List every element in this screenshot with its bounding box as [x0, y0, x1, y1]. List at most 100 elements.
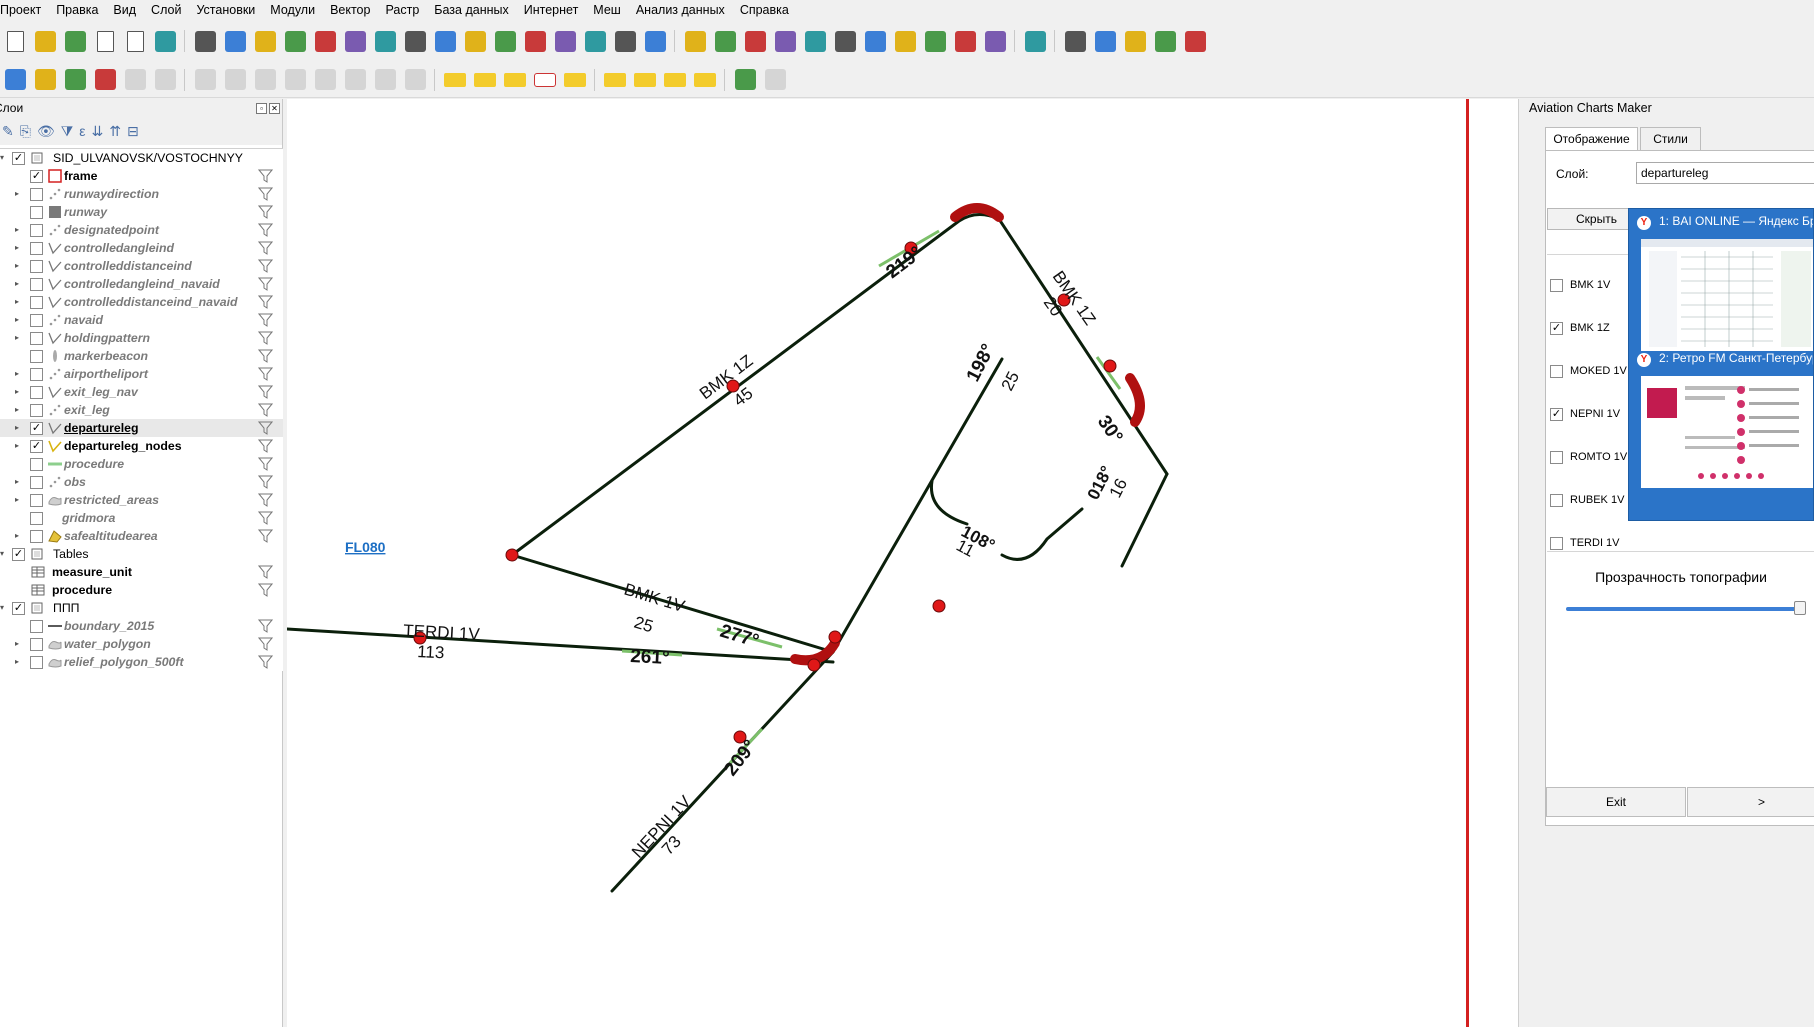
procedure-checkbox[interactable]: ✓ [1550, 321, 1563, 335]
next-button[interactable]: > [1687, 787, 1814, 817]
layer-visibility-checkbox[interactable] [30, 296, 43, 309]
layer-row[interactable]: ▾ ✓ ППП [0, 599, 283, 617]
layer-visibility-checkbox[interactable]: ✓ [30, 170, 43, 183]
select-by-expression-button[interactable] [1090, 26, 1120, 56]
map-canvas[interactable]: FL080 BMK 1Z 45 BMK 1Z 20 BMK 1V 25 TERD… [287, 99, 1518, 1027]
procedure-item[interactable]: TERDI 1V [1550, 535, 1620, 551]
filter-icon[interactable] [257, 313, 274, 327]
label-move-button[interactable] [560, 65, 590, 95]
layer-row[interactable]: ▸ safealtitudearea [0, 527, 283, 545]
layer-visibility-checkbox[interactable] [30, 530, 43, 543]
label-red-button[interactable] [530, 65, 560, 95]
layer-row[interactable]: procedure [0, 581, 283, 599]
filter-icon[interactable] [257, 367, 274, 381]
layer-visibility-checkbox[interactable] [30, 476, 43, 489]
layer-visibility-checkbox[interactable] [30, 188, 43, 201]
statistics-button[interactable] [800, 26, 830, 56]
text-annotation-button[interactable] [920, 26, 950, 56]
layer-row[interactable]: ▸ controlledangleind_navaid [0, 275, 283, 293]
label-abc-button[interactable] [440, 65, 470, 95]
layer-row[interactable]: ▸ runwaydirection [0, 185, 283, 203]
pan-button[interactable] [190, 26, 220, 56]
attribute-table-button[interactable] [710, 26, 740, 56]
layer-visibility-checkbox[interactable] [30, 314, 43, 327]
expand-arrow-icon[interactable]: ▸ [15, 527, 23, 545]
filter-icon[interactable] [257, 259, 274, 273]
filter-icon[interactable] [257, 403, 274, 417]
menu-item[interactable]: Вид [107, 0, 145, 20]
expand-arrow-icon[interactable]: ▸ [15, 329, 23, 347]
transparency-slider-handle[interactable] [1794, 601, 1806, 615]
save-project-button[interactable] [60, 26, 90, 56]
filter-icon[interactable] [257, 331, 274, 345]
filter-icon[interactable] [257, 619, 274, 633]
filter-icon[interactable] [257, 439, 274, 453]
processing-toolbox-button[interactable] [770, 26, 800, 56]
filter-icon[interactable] [257, 421, 274, 435]
new-map-view-button[interactable] [490, 26, 520, 56]
layer-visibility-checkbox[interactable] [30, 368, 43, 381]
filter-icon[interactable] [257, 169, 274, 183]
various-button[interactable] [760, 65, 790, 95]
filter-icon[interactable] [257, 223, 274, 237]
layer-visibility-checkbox[interactable] [30, 656, 43, 669]
expand-arrow-icon[interactable]: ▸ [15, 401, 23, 419]
feature-action-button[interactable] [890, 26, 920, 56]
pan-to-selection-button[interactable] [220, 26, 250, 56]
filter-icon[interactable] [257, 187, 274, 201]
expand-arrow-icon[interactable]: ▸ [15, 293, 23, 311]
label-pin-button[interactable] [500, 65, 530, 95]
filter-icon[interactable] [257, 277, 274, 291]
expand-arrow-icon[interactable]: ▸ [15, 473, 23, 491]
layer-visibility-checkbox[interactable] [30, 278, 43, 291]
layer-visibility-checkbox[interactable] [30, 206, 43, 219]
filter-icon[interactable] [257, 583, 274, 597]
layer-row[interactable]: ▸ holdingpattern [0, 329, 283, 347]
filter-icon[interactable] [257, 529, 274, 543]
procedure-checkbox[interactable] [1550, 450, 1563, 464]
add-layer-button[interactable] [0, 65, 30, 95]
toggle-editing-button[interactable] [150, 65, 180, 95]
menu-item[interactable]: Слой [145, 0, 190, 20]
layer-visibility-checkbox[interactable] [30, 332, 43, 345]
undo-button[interactable] [370, 65, 400, 95]
layer-row[interactable]: ✓ frame [0, 167, 283, 185]
new-project-button[interactable] [0, 26, 30, 56]
zoom-full-button[interactable] [310, 26, 340, 56]
menu-item[interactable]: Анализ данных [630, 0, 734, 20]
measure-button[interactable] [830, 26, 860, 56]
filter-icon[interactable] [257, 457, 274, 471]
menu-item[interactable]: Установки [190, 0, 264, 20]
layer-row[interactable]: gridmora [0, 509, 283, 527]
collapse-all-icon[interactable]: ⇈ [109, 123, 121, 140]
filter-icon[interactable] [257, 349, 274, 363]
layer-visibility-checkbox[interactable] [30, 404, 43, 417]
filter-icon[interactable] [257, 295, 274, 309]
layer-visibility-checkbox[interactable] [30, 458, 43, 471]
menu-item[interactable]: Интернет [518, 0, 588, 20]
add-feature-button[interactable] [190, 65, 220, 95]
layer-row[interactable]: ▸ designatedpoint [0, 221, 283, 239]
procedure-checkbox[interactable] [1550, 364, 1563, 378]
expand-arrow-icon[interactable]: ▸ [15, 365, 23, 383]
save-as-button[interactable] [90, 26, 120, 56]
zoom-native-button[interactable] [400, 26, 430, 56]
filter-icon[interactable] [257, 565, 274, 579]
current-edits-button[interactable] [90, 65, 120, 95]
layer-visibility-checkbox[interactable] [30, 350, 43, 363]
save-edits-button[interactable] [120, 65, 150, 95]
menu-item[interactable]: Меш [587, 0, 630, 20]
new-layer-button[interactable] [30, 65, 60, 95]
procedure-item[interactable]: BMK 1V [1550, 277, 1610, 293]
map-tips-button[interactable] [860, 26, 890, 56]
layer-row[interactable]: ▸ ✓ departureleg [0, 419, 283, 437]
python-console-button[interactable] [950, 26, 980, 56]
label-props-button[interactable] [690, 65, 720, 95]
remove-layer-icon[interactable]: ⊟ [127, 123, 139, 140]
collapse-arrow-icon[interactable]: ▾ [0, 545, 8, 563]
print-layout-button[interactable] [120, 26, 150, 56]
menu-item[interactable]: База данных [428, 0, 517, 20]
expand-arrow-icon[interactable]: ▸ [15, 239, 23, 257]
layer-visibility-checkbox[interactable] [30, 512, 43, 525]
layer-row[interactable]: boundary_2015 [0, 617, 283, 635]
